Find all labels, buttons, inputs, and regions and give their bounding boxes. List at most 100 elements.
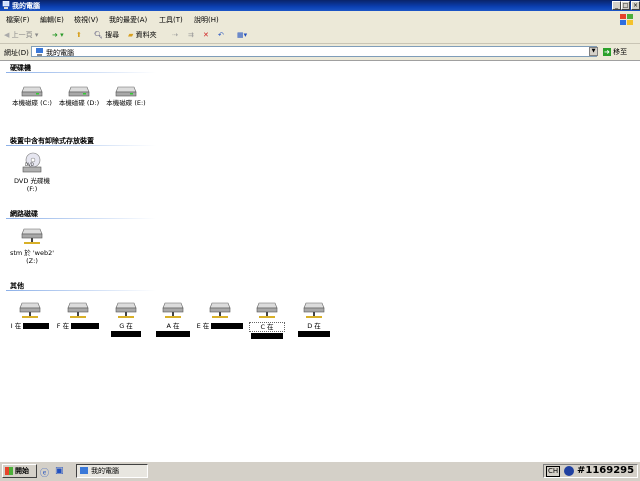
network-drive-icon bbox=[19, 302, 41, 318]
search-label: 搜尋 bbox=[105, 31, 120, 39]
other-drive-d[interactable]: D 在 bbox=[290, 301, 338, 338]
other-drive-label: D 在 bbox=[307, 322, 321, 330]
network-drive-letter: (Z:) bbox=[26, 257, 38, 265]
menu-bar: 檔案(F) 編輯(E) 檢視(V) 我的最愛(A) 工具(T) 說明(H) bbox=[0, 11, 640, 28]
folders-button[interactable]: ▰ 資料夾 bbox=[128, 30, 157, 41]
minimize-button[interactable]: _ bbox=[612, 1, 621, 10]
menu-help[interactable]: 說明(H) bbox=[194, 15, 219, 25]
redacted-text bbox=[298, 331, 330, 337]
tray-status-icon[interactable] bbox=[564, 466, 574, 476]
folders-icon: ▰ bbox=[128, 31, 134, 39]
section-divider bbox=[6, 72, 156, 73]
windows-logo-icon bbox=[620, 14, 633, 25]
section-divider bbox=[6, 290, 156, 291]
back-button[interactable]: ◀ 上一頁 ▾ bbox=[4, 30, 38, 41]
other-drive-label: A 在 bbox=[166, 322, 180, 330]
network-drive-icon bbox=[21, 228, 43, 244]
computer-icon bbox=[80, 467, 88, 474]
views-icon[interactable]: ▦▾ bbox=[237, 30, 247, 41]
menu-view[interactable]: 檢視(V) bbox=[74, 15, 98, 25]
address-label: 網址(D) bbox=[4, 49, 29, 57]
drive-c[interactable]: 本機磁碟 (C:) bbox=[8, 83, 56, 107]
network-drive-label: stm 於 'web2' bbox=[9, 249, 55, 257]
address-value: 我的電腦 bbox=[46, 49, 74, 57]
other-drive-g[interactable]: G 在 bbox=[102, 301, 150, 338]
hard-drive-icon bbox=[68, 86, 90, 97]
toolbar: ◀ 上一頁 ▾ ➜ ▾ ⬆ 🔍︎ 搜尋 ▰ 資料夾 ⇢ ⇉ ✕ ↶ ▦▾ bbox=[0, 27, 640, 44]
maximize-button[interactable]: □ bbox=[621, 1, 630, 10]
dvd-drive-f[interactable]: DVD DVD 光碟機 (F:) bbox=[8, 151, 56, 193]
search-icon: 🔍︎ bbox=[94, 31, 103, 39]
network-drive-icon bbox=[209, 302, 231, 318]
copy-to-icon[interactable]: ⇉ bbox=[188, 30, 194, 41]
forward-arrow-icon[interactable]: ➜ ▾ bbox=[52, 30, 64, 41]
menu-tools[interactable]: 工具(T) bbox=[159, 15, 183, 25]
other-drive-f[interactable]: F 在 bbox=[54, 301, 102, 330]
other-drive-a[interactable]: A 在 bbox=[149, 301, 197, 338]
start-button[interactable]: 開始 bbox=[2, 464, 37, 478]
other-drive-label: E 在 bbox=[196, 322, 210, 330]
hard-drive-icon bbox=[115, 86, 137, 97]
other-drive-i[interactable]: I 在 bbox=[6, 301, 54, 330]
search-button[interactable]: 🔍︎ 搜尋 bbox=[94, 30, 119, 41]
other-drive-e[interactable]: E 在 bbox=[194, 301, 246, 330]
delete-icon[interactable]: ✕ bbox=[203, 30, 209, 41]
network-drive-icon bbox=[256, 302, 278, 318]
drive-e[interactable]: 本機磁碟 (E:) bbox=[102, 83, 150, 107]
redacted-text bbox=[156, 331, 190, 337]
computer-icon bbox=[36, 48, 43, 56]
desktop-quicklaunch-icon[interactable]: ▣ bbox=[55, 466, 64, 476]
task-label: 我的電腦 bbox=[91, 467, 119, 475]
ime-indicator[interactable]: CH bbox=[546, 466, 561, 477]
up-folder-icon[interactable]: ⬆ bbox=[76, 30, 82, 41]
redacted-text bbox=[251, 333, 283, 339]
network-drive-icon bbox=[303, 302, 325, 318]
drive-label: 本機磁碟 (E:) bbox=[106, 99, 146, 107]
other-drive-c[interactable]: C 在 bbox=[245, 301, 289, 340]
go-arrow-icon: ➜ bbox=[603, 48, 611, 56]
dvd-label: DVD 光碟機 bbox=[14, 177, 50, 185]
address-input[interactable]: 我的電腦 bbox=[31, 46, 597, 57]
taskbar: 開始 ⓔ ▣ 我的電腦 CH #1169295 bbox=[0, 461, 640, 481]
windows-logo-icon bbox=[5, 467, 13, 475]
undo-icon[interactable]: ↶ bbox=[218, 30, 224, 41]
tray-id-text: #1169295 bbox=[577, 465, 635, 476]
move-to-icon[interactable]: ⇢ bbox=[172, 30, 178, 41]
dvd-letter: (F:) bbox=[26, 185, 38, 193]
other-drive-label: G 在 bbox=[119, 322, 133, 330]
system-tray: CH #1169295 bbox=[543, 464, 638, 478]
computer-icon bbox=[2, 1, 10, 9]
other-drive-label: I 在 bbox=[10, 322, 22, 330]
other-drive-label: F 在 bbox=[56, 322, 70, 330]
start-label: 開始 bbox=[15, 467, 29, 475]
redacted-text bbox=[211, 323, 244, 329]
title-bar: 我的電腦 _ □ × bbox=[0, 0, 640, 11]
go-button[interactable]: ➜ 移至 bbox=[603, 47, 627, 57]
menu-favorites[interactable]: 我的最愛(A) bbox=[109, 15, 147, 25]
drive-label: 本機磁碟 (D:) bbox=[58, 99, 100, 107]
network-drive-icon bbox=[162, 302, 184, 318]
other-drive-label: C 在 bbox=[249, 322, 285, 332]
ie-quicklaunch-icon[interactable]: ⓔ bbox=[40, 466, 49, 479]
menu-file[interactable]: 檔案(F) bbox=[6, 15, 30, 25]
drive-d[interactable]: 本機磁碟 (D:) bbox=[55, 83, 103, 107]
dvd-drive-icon: DVD bbox=[22, 152, 42, 173]
menu-edit[interactable]: 編輯(E) bbox=[40, 15, 64, 25]
network-drive-icon bbox=[67, 302, 89, 318]
content-area: 硬碟機 本機磁碟 (C:) 本機磁碟 (D:) 本機磁碟 (E:) 裝置中含有卸… bbox=[0, 61, 640, 461]
network-drive-icon bbox=[115, 302, 137, 318]
section-divider bbox=[6, 145, 156, 146]
address-dropdown[interactable]: ▼ bbox=[589, 47, 598, 56]
folders-label: 資料夾 bbox=[135, 31, 157, 39]
window-title: 我的電腦 bbox=[12, 2, 40, 10]
redacted-text bbox=[111, 331, 141, 337]
redacted-text bbox=[71, 323, 100, 329]
go-label: 移至 bbox=[613, 48, 628, 56]
redacted-text bbox=[23, 323, 50, 329]
network-drive-z[interactable]: stm 於 'web2' (Z:) bbox=[8, 227, 56, 265]
taskbar-window-my-computer[interactable]: 我的電腦 bbox=[76, 464, 148, 478]
close-button[interactable]: × bbox=[631, 1, 640, 10]
back-arrow-icon: ◀ bbox=[4, 31, 10, 39]
section-divider bbox=[6, 218, 156, 219]
address-bar: 網址(D) 我的電腦 ▼ ➜ 移至 bbox=[0, 44, 640, 61]
